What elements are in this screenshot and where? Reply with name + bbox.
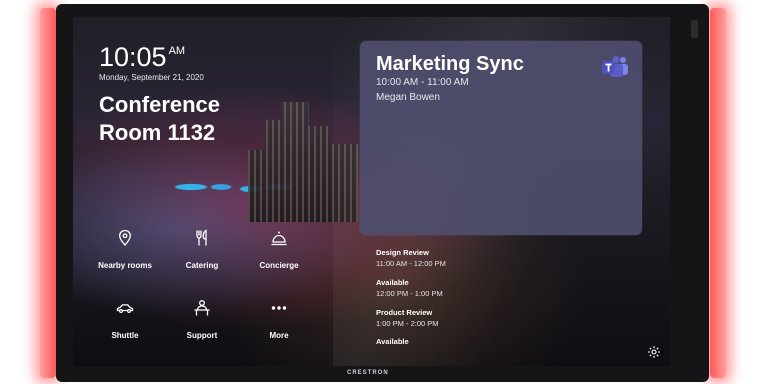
car-icon [116,304,134,314]
tile-support[interactable]: Support [167,299,237,343]
brand-logo: CRESTRON [347,370,389,376]
tile-label: Support [186,331,218,340]
tile-label: Catering [185,261,219,270]
room-name: Conference Room 1132 [99,91,259,147]
clock: 10:05 AM [99,42,185,73]
agenda-item-name: Design Review [376,248,429,257]
agenda-item-name: Product Review [376,308,433,317]
gear-icon[interactable] [647,345,661,359]
tile-label: Nearby rooms [98,261,152,270]
tile-catering[interactable]: Catering [167,229,237,273]
clock-time: 10:05 [99,42,167,72]
tile-label: More [269,331,289,340]
agenda-item[interactable]: Available 12:00 PM - 1:00 PM [376,278,443,298]
location-pin-icon [119,229,131,246]
service-bell-icon [271,231,287,246]
agenda-item[interactable]: Available [376,337,409,345]
room-name-line1: Conference [99,92,221,117]
more-dots-icon [271,306,287,310]
led-glow-left [40,8,56,378]
led-glow-right [710,8,726,378]
sensor [691,20,698,38]
meeting-organizer: Megan Bowen [376,92,440,103]
agenda-item-time: 1:00 PM - 2:00 PM [376,319,439,328]
agenda-item[interactable]: Design Review 11:00 AM - 12:00 PM [376,248,446,268]
tile-shuttle[interactable]: Shuttle [90,299,160,343]
tile-label: Shuttle [111,331,139,340]
agenda-item-name: Available [376,278,409,287]
date-label: Monday, September 21, 2020 [99,73,204,82]
agenda-item-time: 11:00 AM - 12:00 PM [376,259,446,268]
tile-more[interactable]: More [244,299,314,343]
meeting-title: Marketing Sync [376,53,524,75]
support-person-icon [194,300,210,316]
teams-icon [602,56,628,77]
agenda-item-name: Available [376,337,409,345]
agenda-item-time: 12:00 PM - 1:00 PM [376,289,443,298]
fork-knife-icon [196,229,207,246]
room-name-line2: Room 1132 [99,120,216,145]
current-meeting-card[interactable]: Marketing Sync 10:00 AM - 11:00 AM Megan… [360,41,642,235]
agenda-item[interactable]: Product Review 1:00 PM - 2:00 PM [376,308,439,328]
tile-nearby-rooms[interactable]: Nearby rooms [90,229,160,273]
clock-ampm: AM [168,45,186,57]
meeting-time: 10:00 AM - 11:00 AM [376,77,469,88]
tile-label: Concierge [259,261,299,270]
tile-concierge[interactable]: Concierge [244,229,314,273]
